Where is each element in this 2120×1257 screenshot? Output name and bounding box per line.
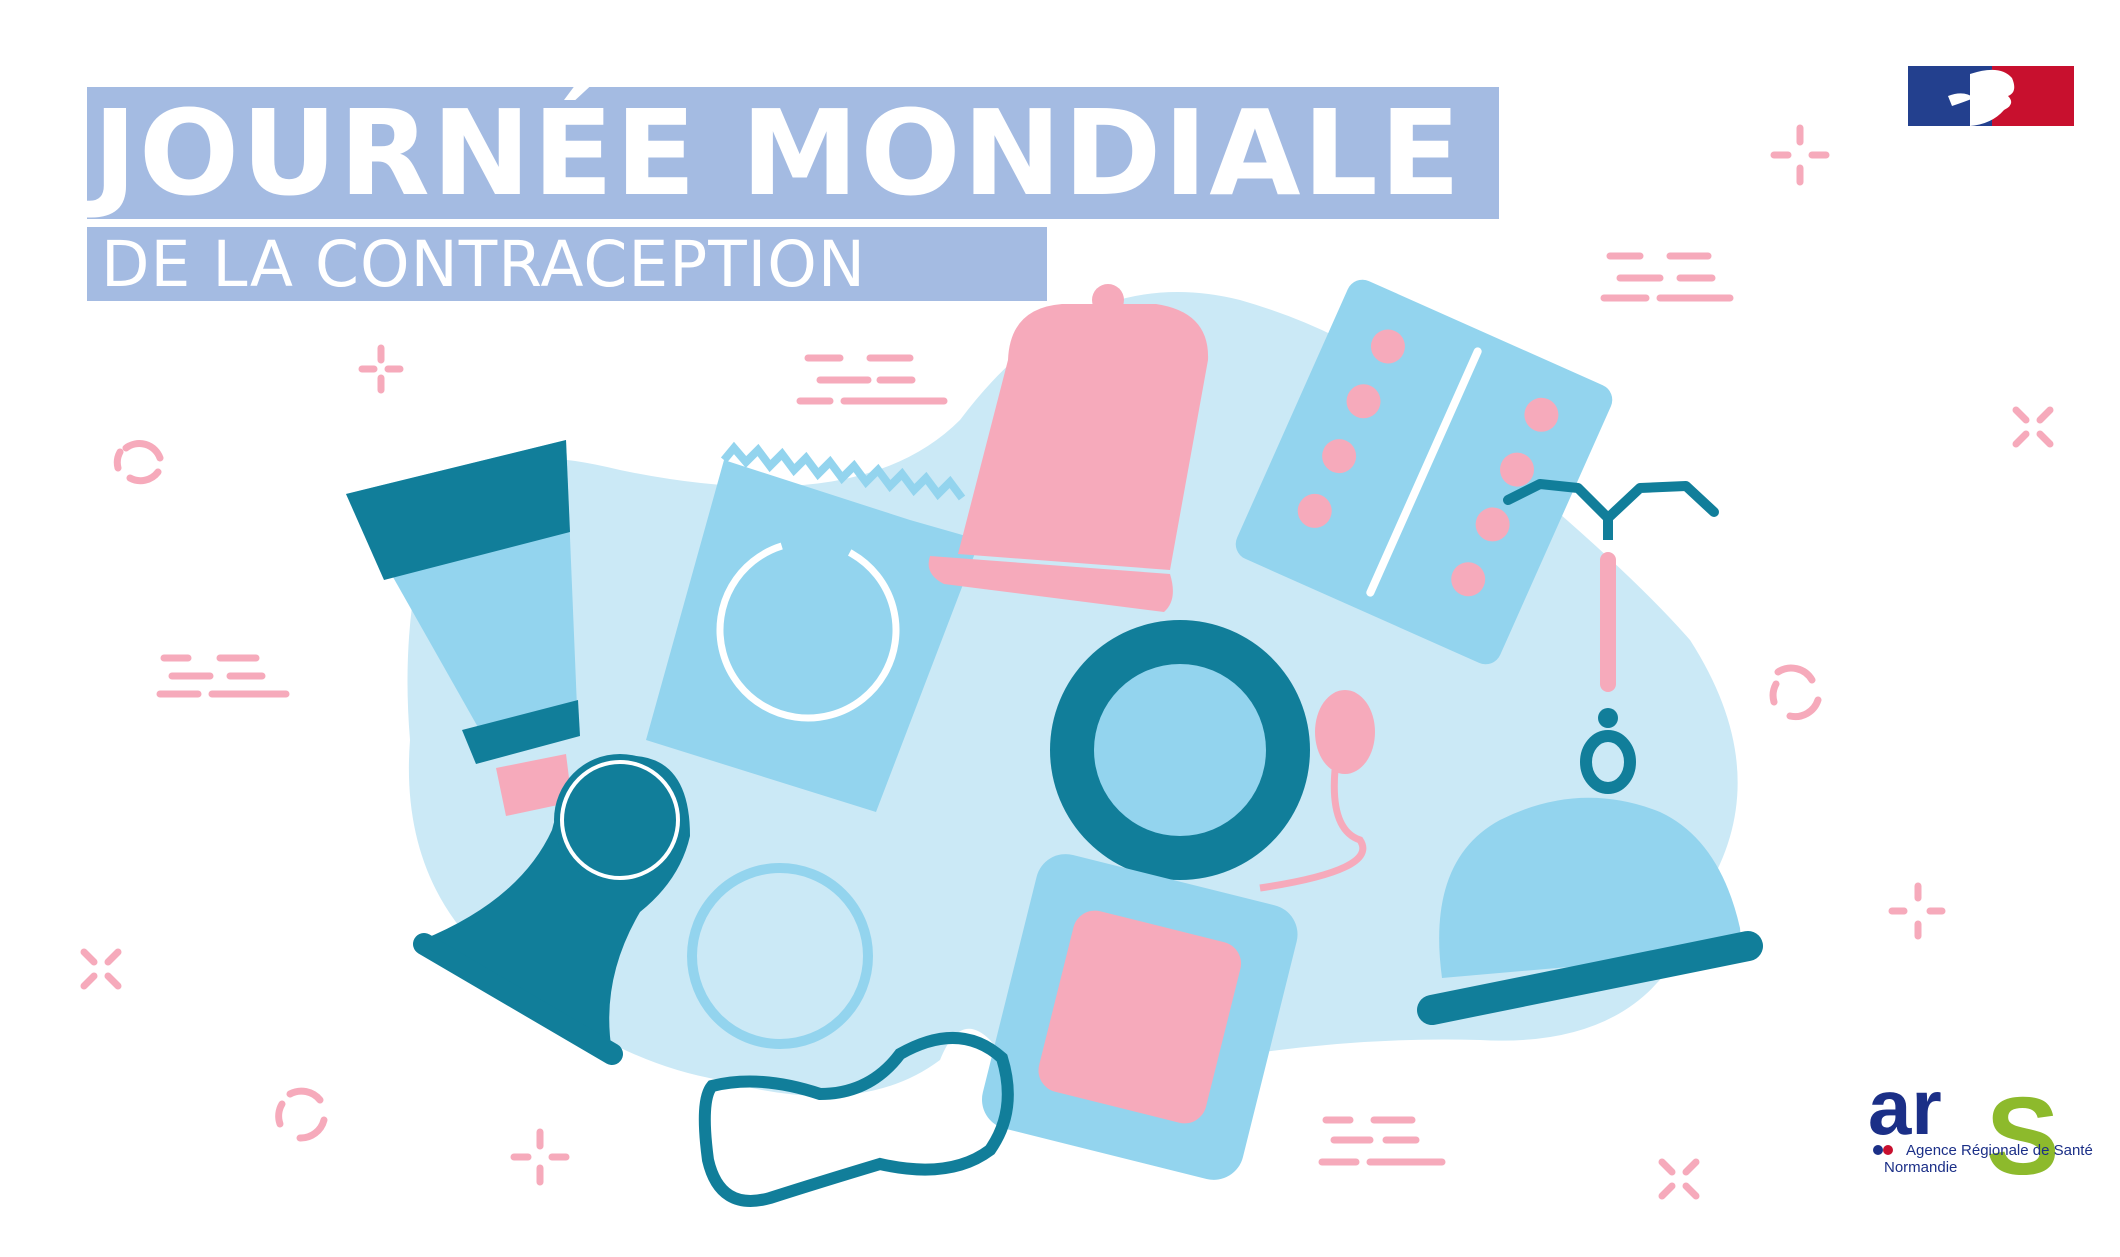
logo-region: Normandie xyxy=(1884,1159,1958,1176)
logo-tagline: Agence Régionale de Santé Normandie xyxy=(1884,1142,2093,1176)
contraception-illustration xyxy=(80,124,2054,1207)
diaphragm-icon xyxy=(1050,620,1310,880)
logo-agency-name: Agence Régionale de Santé xyxy=(1906,1142,2093,1159)
logo-wordmark-ar: ar xyxy=(1868,1063,1942,1151)
vaginal-ring-icon xyxy=(687,863,873,1049)
